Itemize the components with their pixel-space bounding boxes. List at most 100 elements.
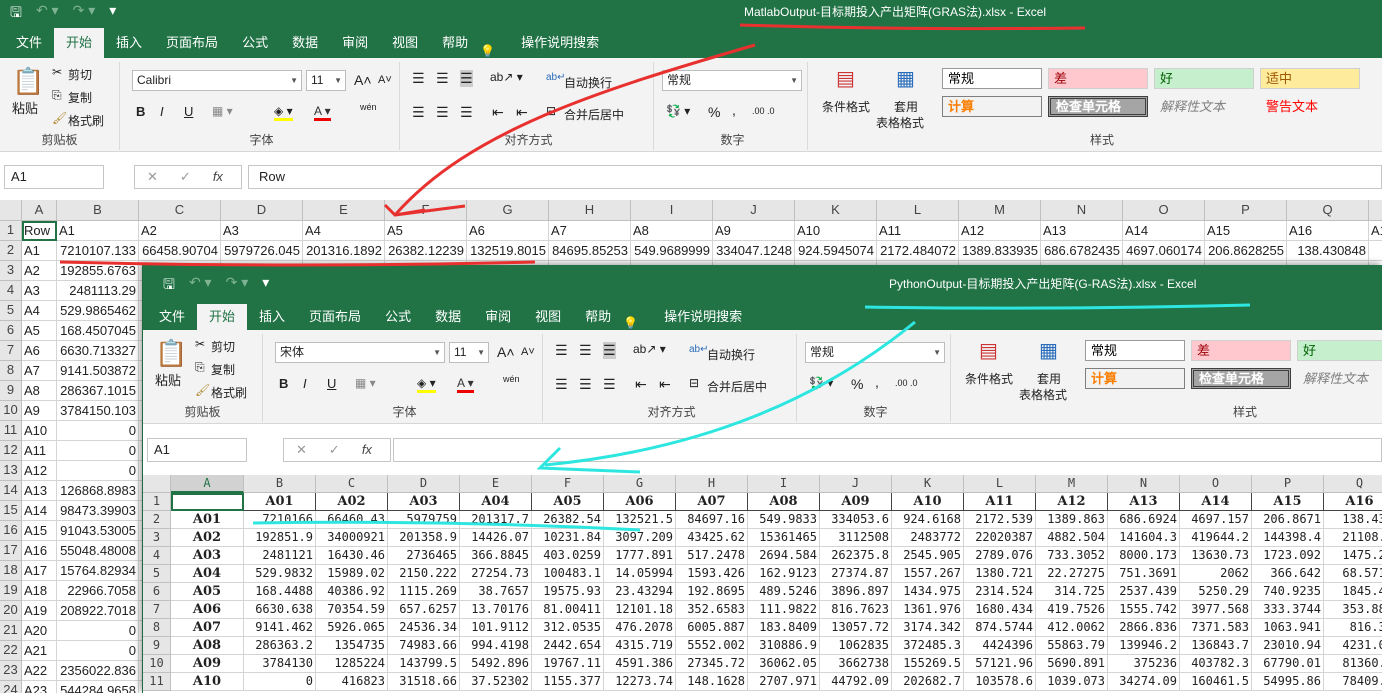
table-cell[interactable]: A06 <box>171 601 244 619</box>
column-header[interactable]: O <box>1180 475 1252 493</box>
fx-icon[interactable]: fx <box>362 442 372 457</box>
table-cell[interactable]: 0 <box>244 673 316 691</box>
table-format-label2[interactable]: 表格格式 <box>876 114 924 131</box>
column-header[interactable]: C <box>139 200 221 221</box>
table-cell[interactable]: 6005.887 <box>676 619 748 637</box>
table-cell[interactable]: 14.05994 <box>604 565 676 583</box>
row-header[interactable]: 22 <box>0 641 22 661</box>
table-cell[interactable]: 1115.269 <box>388 583 460 601</box>
table-format-label2[interactable]: 表格格式 <box>1019 386 1067 403</box>
tab-0[interactable]: 文件 <box>4 28 54 58</box>
table-cell[interactable]: 201317.7 <box>460 511 532 529</box>
corner-select-all[interactable] <box>143 475 171 493</box>
table-cell[interactable]: A10 <box>171 673 244 691</box>
cell-style-neutral[interactable]: 适中 <box>1260 68 1360 89</box>
table-cell[interactable]: 183.8409 <box>748 619 820 637</box>
table-cell[interactable]: 8000.173 <box>1108 547 1180 565</box>
table-cell[interactable]: 12101.18 <box>604 601 676 619</box>
decimal-icons[interactable]: .00 .0 <box>895 378 918 388</box>
spreadsheet-grid[interactable]: A B C D E F G H I J K L M N O P Q 1 A01 A02 A03 A04 A05 A06 A07 A… <box>143 475 1382 693</box>
table-cell[interactable]: 136843.7 <box>1180 637 1252 655</box>
decrease-indent-icon[interactable]: ⇤ <box>635 376 647 393</box>
table-cell[interactable]: 66458.90704 <box>139 241 221 261</box>
table-cell[interactable]: 2789.076 <box>964 547 1036 565</box>
table-cell[interactable]: 2707.971 <box>748 673 820 691</box>
table-cell[interactable]: 91043.53005 <box>57 521 139 541</box>
table-cell[interactable]: A7 <box>549 221 631 241</box>
underline-button[interactable]: U <box>184 104 193 119</box>
table-cell[interactable]: 416823 <box>316 673 388 691</box>
table-cell[interactable]: A17 <box>22 561 57 581</box>
table-cell[interactable]: A19 <box>22 601 57 621</box>
fill-color-icon[interactable]: ◈ ▾ <box>417 376 436 393</box>
tab-5[interactable]: 数据 <box>423 304 473 330</box>
table-cell[interactable]: 4591.386 <box>604 655 676 673</box>
column-header[interactable]: B <box>57 200 139 221</box>
table-cell[interactable]: A14 <box>1123 221 1205 241</box>
cell-style-explain[interactable]: 解释性文本 <box>1154 96 1254 117</box>
row-header[interactable]: 19 <box>0 581 22 601</box>
borders-icon[interactable]: ▦ ▾ <box>355 376 376 390</box>
table-cell[interactable]: 0 <box>57 621 139 641</box>
table-cell[interactable]: 686.6782435 <box>1041 241 1123 261</box>
table-cell[interactable]: 84695.85253 <box>549 241 631 261</box>
table-cell[interactable]: 1680.434 <box>964 601 1036 619</box>
table-cell[interactable]: 15764.82934 <box>57 561 139 581</box>
tab-8[interactable]: 帮助 <box>573 304 623 330</box>
row-header[interactable]: 15 <box>0 501 22 521</box>
column-header[interactable]: D <box>388 475 460 493</box>
table-cell[interactable]: 3784150.103 <box>57 401 139 421</box>
table-cell[interactable]: 34274.09 <box>1108 673 1180 691</box>
table-cell[interactable]: 816.7623 <box>820 601 892 619</box>
table-cell[interactable]: 2314.524 <box>964 583 1036 601</box>
table-cell[interactable] <box>171 493 244 511</box>
table-cell[interactable]: 334053.6 <box>820 511 892 529</box>
row-header[interactable]: 10 <box>143 655 171 673</box>
table-cell[interactable]: 162.9123 <box>748 565 820 583</box>
table-cell[interactable]: 26382.12239 <box>385 241 467 261</box>
table-cell[interactable]: A15 <box>1252 493 1324 511</box>
cell-style-bad[interactable]: 差 <box>1048 68 1148 89</box>
table-cell[interactable]: 1777.891 <box>604 547 676 565</box>
table-cell[interactable]: 366.8845 <box>460 547 532 565</box>
table-cell[interactable]: 1354735 <box>316 637 388 655</box>
table-cell[interactable]: 23.43294 <box>604 583 676 601</box>
center-align-icon[interactable]: ☰ <box>579 376 592 393</box>
table-cell[interactable]: 23010.94 <box>1252 637 1324 655</box>
table-cell[interactable]: A09 <box>820 493 892 511</box>
cell-style-good[interactable]: 好 <box>1154 68 1254 89</box>
row-header[interactable]: 8 <box>143 619 171 637</box>
undo-icon[interactable]: ↶ ▾ <box>189 274 212 298</box>
table-cell[interactable] <box>1369 241 1382 261</box>
table-cell[interactable]: 262375.8 <box>820 547 892 565</box>
table-cell[interactable]: 403.0259 <box>532 547 604 565</box>
decrease-indent-icon[interactable]: ⇤ <box>492 104 504 121</box>
table-cell[interactable]: 529.9832 <box>244 565 316 583</box>
table-cell[interactable]: A07 <box>171 619 244 637</box>
table-cell[interactable]: 874.5744 <box>964 619 1036 637</box>
percent-icon[interactable]: % <box>708 104 720 120</box>
table-cell[interactable]: 141604.3 <box>1108 529 1180 547</box>
table-cell[interactable]: 139946.2 <box>1108 637 1180 655</box>
row-header[interactable]: 11 <box>143 673 171 691</box>
accounting-format-icon[interactable]: 💱 ▾ <box>666 104 690 118</box>
font-size-select[interactable]: 11 ▼ <box>449 342 489 363</box>
table-cell[interactable]: A9 <box>22 401 57 421</box>
table-cell[interactable]: 5926.065 <box>316 619 388 637</box>
table-cell[interactable]: 686.6924 <box>1108 511 1180 529</box>
row-header[interactable]: 13 <box>0 461 22 481</box>
table-cell[interactable]: 1389.833935 <box>959 241 1041 261</box>
table-cell[interactable]: 310886.9 <box>748 637 820 655</box>
row-header[interactable]: 3 <box>143 529 171 547</box>
conditional-format-icon[interactable]: ▤ <box>836 66 855 91</box>
table-cell[interactable]: 192855.6763 <box>57 261 139 281</box>
table-cell[interactable]: A11 <box>877 221 959 241</box>
column-header[interactable]: J <box>713 200 795 221</box>
table-cell[interactable]: A2 <box>139 221 221 241</box>
table-cell[interactable]: A22 <box>22 661 57 681</box>
table-cell[interactable]: A13 <box>1108 493 1180 511</box>
column-header[interactable]: A <box>22 200 57 221</box>
table-cell[interactable]: 9141.503872 <box>57 361 139 381</box>
row-header[interactable]: 16 <box>0 521 22 541</box>
row-header[interactable]: 5 <box>143 565 171 583</box>
